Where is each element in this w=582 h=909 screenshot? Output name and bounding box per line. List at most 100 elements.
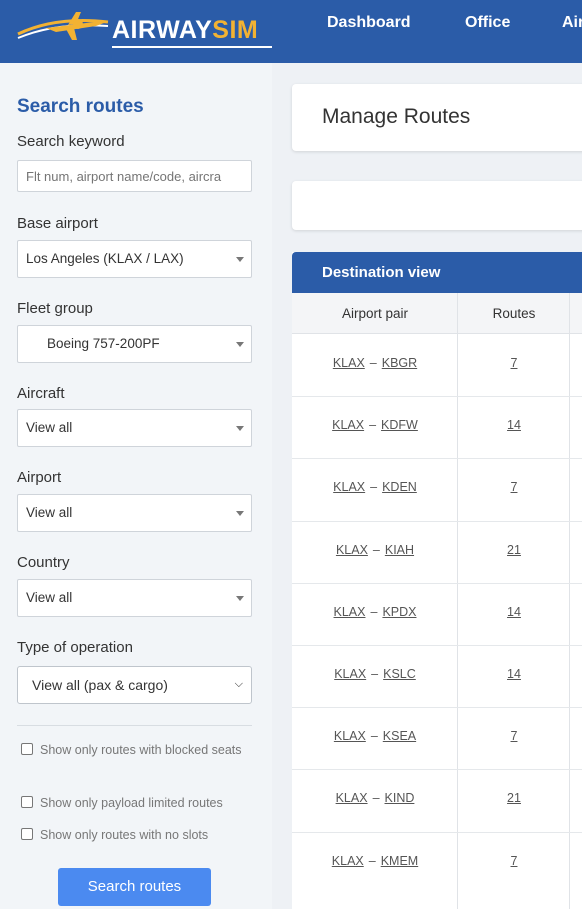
fleet-group-label: Fleet group <box>17 300 93 317</box>
row-divider <box>292 645 582 646</box>
payload-limited-label: Show only payload limited routes <box>40 796 223 810</box>
top-navbar: AIRWAYSIM Dashboard Office Air <box>0 0 582 63</box>
routes-count-cell: 7 <box>458 356 570 370</box>
origin-airport-link[interactable]: KLAX <box>336 791 368 805</box>
base-airport-label: Base airport <box>17 215 98 232</box>
destination-airport-link[interactable]: KSEA <box>383 729 416 743</box>
pair-separator: – <box>368 853 376 868</box>
fleet-group-select[interactable]: Boeing 757-200PF <box>17 325 252 363</box>
airport-pair-cell: KLAX – KBGR <box>292 356 458 370</box>
operation-label: Type of operation <box>17 639 133 656</box>
caret-down-icon <box>236 426 244 431</box>
airport-label: Airport <box>17 469 62 486</box>
origin-airport-link[interactable]: KLAX <box>334 729 366 743</box>
logo-underline <box>112 46 272 48</box>
destination-airport-link[interactable]: KSLC <box>383 667 416 681</box>
airport-pair-cell: KLAX – KMEM <box>292 854 458 868</box>
operation-type-value: View all (pax & cargo) <box>32 677 168 693</box>
no-slots-label: Show only routes with no slots <box>40 828 209 842</box>
nav-dashboard[interactable]: Dashboard <box>327 14 411 32</box>
origin-airport-link[interactable]: KLAX <box>333 356 365 370</box>
row-divider <box>292 582 582 584</box>
origin-airport-link[interactable]: KLAX <box>336 543 368 557</box>
routes-count-cell: 21 <box>458 543 570 557</box>
routes-count-link[interactable]: 7 <box>511 729 518 743</box>
nav-air[interactable]: Air <box>562 14 582 32</box>
no-slots-option[interactable]: Show only routes with no slots <box>17 825 257 846</box>
routes-count-cell: 14 <box>458 605 570 619</box>
destination-airport-link[interactable]: KBGR <box>382 356 417 370</box>
search-routes-button[interactable]: Search routes <box>58 868 211 906</box>
page-title: Manage Routes <box>322 105 471 128</box>
no-slots-checkbox[interactable] <box>21 828 33 840</box>
routes-count-cell: 21 <box>458 791 570 805</box>
pair-separator: – <box>370 729 378 744</box>
routes-count-cell: 14 <box>458 667 570 681</box>
airport-pair-cell: KLAX – KIND <box>292 791 458 805</box>
operation-type-select[interactable]: View all (pax & cargo) ⌵ <box>17 666 252 704</box>
aircraft-value: View all <box>26 420 73 435</box>
base-airport-select[interactable]: Los Angeles (KLAX / LAX) <box>17 240 252 278</box>
table-title: Destination view <box>322 264 441 281</box>
row-divider <box>292 831 582 833</box>
blocked-seats-checkbox[interactable] <box>21 743 33 755</box>
row-divider <box>292 520 582 522</box>
routes-count-link[interactable]: 14 <box>507 418 521 432</box>
routes-count-cell: 14 <box>458 418 570 432</box>
routes-count-link[interactable]: 21 <box>507 791 521 805</box>
caret-down-icon <box>236 596 244 601</box>
destination-airport-link[interactable]: KPDX <box>382 605 416 619</box>
payload-limited-checkbox[interactable] <box>21 796 33 808</box>
routes-count-link[interactable]: 7 <box>511 480 518 494</box>
pair-separator: – <box>371 667 379 681</box>
origin-airport-link[interactable]: KLAX <box>333 480 365 494</box>
aircraft-label: Aircraft <box>17 385 65 402</box>
destination-airport-link[interactable]: KIND <box>385 791 415 805</box>
airport-pair-cell: KLAX – KSLC <box>292 667 458 681</box>
destination-airport-link[interactable]: KIAH <box>385 543 414 557</box>
origin-airport-link[interactable]: KLAX <box>334 605 366 619</box>
search-sidebar: Search routes Search keyword Base airpor… <box>0 63 272 909</box>
origin-airport-link[interactable]: KLAX <box>332 418 364 432</box>
routes-count-link[interactable]: 14 <box>507 667 521 681</box>
pair-separator: – <box>370 480 378 495</box>
airplane-icon <box>17 12 109 40</box>
country-select[interactable]: View all <box>17 579 252 617</box>
routes-count-link[interactable]: 14 <box>507 605 521 619</box>
column-next <box>570 293 582 334</box>
pair-separator: – <box>370 604 378 619</box>
column-airport-pair[interactable]: Airport pair <box>292 293 458 334</box>
airport-pair-cell: KLAX – KSEA <box>292 729 458 743</box>
routes-count-link[interactable]: 7 <box>511 854 518 868</box>
column-divider <box>457 293 458 909</box>
destination-airport-link[interactable]: KDFW <box>381 418 418 432</box>
origin-airport-link[interactable]: KLAX <box>334 667 366 681</box>
origin-airport-link[interactable]: KLAX <box>332 854 364 868</box>
chevron-down-icon: ⌵ <box>234 678 243 690</box>
nav-office[interactable]: Office <box>465 14 510 32</box>
blocked-seats-label: Show only routes with blocked seats <box>40 743 242 757</box>
page-header-card: Manage Routes <box>292 84 582 151</box>
search-keyword-input[interactable] <box>17 160 252 192</box>
airport-select[interactable]: View all <box>17 494 252 532</box>
destination-airport-link[interactable]: KMEM <box>381 854 419 868</box>
destination-table: Destination view Airport pair Routes KLA… <box>292 252 582 909</box>
routes-count-link[interactable]: 21 <box>507 543 521 557</box>
row-divider <box>292 396 582 398</box>
blocked-seats-option[interactable]: Show only routes with blocked seats <box>17 740 257 761</box>
pair-separator: – <box>372 542 380 557</box>
country-label: Country <box>17 554 70 571</box>
destination-airport-link[interactable]: KDEN <box>382 480 417 494</box>
country-value: View all <box>26 590 73 605</box>
row-divider <box>292 707 582 709</box>
row-divider <box>292 769 582 771</box>
payload-limited-option[interactable]: Show only payload limited routes <box>17 793 257 814</box>
pair-separator: – <box>369 356 377 370</box>
column-routes[interactable]: Routes <box>458 293 570 334</box>
aircraft-select[interactable]: View all <box>17 409 252 447</box>
pair-separator: – <box>372 791 380 806</box>
routes-count-link[interactable]: 7 <box>511 356 518 370</box>
sidebar-title: Search routes <box>17 96 144 117</box>
airwaysim-logo[interactable]: AIRWAYSIM <box>16 8 272 48</box>
routes-count-cell: 7 <box>458 480 570 494</box>
